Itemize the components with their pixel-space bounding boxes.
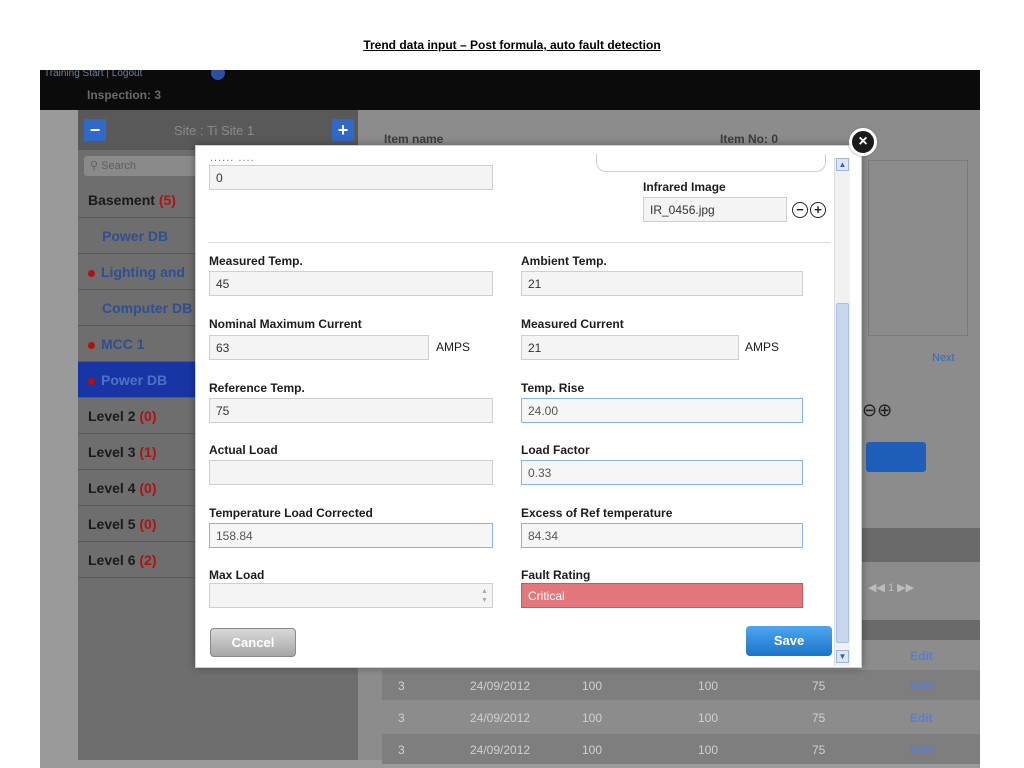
image-frame xyxy=(868,160,968,336)
add-site-button[interactable]: + xyxy=(332,119,354,141)
measured-temp-label: Measured Temp. xyxy=(209,254,303,268)
save-button[interactable]: Save xyxy=(746,626,832,656)
next-link[interactable]: Next xyxy=(932,352,955,364)
collapse-site-button[interactable]: − xyxy=(84,119,106,141)
fault-dot-icon xyxy=(88,269,95,277)
fault-dot-icon xyxy=(88,341,95,349)
max-load-spinner[interactable]: ▲ ▼ xyxy=(481,587,491,607)
scroll-up-icon[interactable]: ▲ xyxy=(836,158,849,171)
trend-input-modal: ...... .... 0 Infrared Image IR_0456.jpg… xyxy=(195,145,862,668)
ambient-temp-label: Ambient Temp. xyxy=(521,254,607,268)
max-load-label: Max Load xyxy=(209,568,265,582)
settings-icon[interactable] xyxy=(211,70,225,80)
add-image-icon[interactable]: + xyxy=(810,202,826,218)
temp-rise-field[interactable]: 24.00 xyxy=(521,398,803,423)
measured-current-unit: AMPS xyxy=(745,340,780,354)
cut-off-label: ...... .... xyxy=(210,152,255,164)
slide-title: Trend data input – Post formula, auto fa… xyxy=(363,38,661,52)
max-load-field[interactable] xyxy=(209,583,493,608)
reference-temp-field[interactable]: 75 xyxy=(209,398,493,423)
temp-rise-label: Temp. Rise xyxy=(521,381,585,395)
table-row: 3 24/09/2012 100 100 75 Edit xyxy=(382,734,980,764)
excess-ref-label: Excess of Ref temperature xyxy=(521,506,673,520)
measured-current-field[interactable]: 21 xyxy=(521,335,739,360)
infrared-image-field[interactable]: IR_0456.jpg xyxy=(643,197,787,222)
ambient-temp-field[interactable]: 21 xyxy=(521,271,803,296)
cancel-button[interactable]: Cancel xyxy=(210,628,296,657)
site-label: Site : Ti Site 1 xyxy=(174,123,255,138)
nominal-current-field[interactable]: 63 xyxy=(209,335,429,360)
actual-load-field[interactable] xyxy=(209,460,493,485)
excess-ref-field[interactable]: 84.34 xyxy=(521,523,803,548)
fault-rating-label: Fault Rating xyxy=(521,568,591,582)
scroll-down-icon[interactable]: ▼ xyxy=(836,650,849,663)
inspection-label: Inspection: 3 xyxy=(87,88,162,102)
modal-scrollbar[interactable]: ▲ ▼ xyxy=(834,158,850,666)
edit-link[interactable]: Edit xyxy=(910,679,933,693)
top-bar: Training Start | Logout Inspection: 3 xyxy=(40,70,980,110)
item-name-label: Item name xyxy=(384,132,444,146)
reference-temp-label: Reference Temp. xyxy=(209,381,305,395)
nominal-current-unit: AMPS xyxy=(436,340,471,354)
load-factor-label: Load Factor xyxy=(521,443,590,457)
top-field[interactable]: 0 xyxy=(209,165,493,190)
search-icon: ⚲ xyxy=(90,160,102,172)
fault-dot-icon xyxy=(88,377,95,385)
edit-link[interactable]: Edit xyxy=(910,649,933,663)
measured-current-label: Measured Current xyxy=(521,317,624,331)
remove-image-icon[interactable]: − xyxy=(792,202,808,218)
edit-link[interactable]: Edit xyxy=(910,743,933,757)
pager[interactable]: ◀◀ 1 ▶▶ xyxy=(868,581,914,594)
zoom-buttons[interactable]: ⊖⊕ xyxy=(862,400,892,421)
site-bar: − Site : Ti Site 1 + xyxy=(78,110,358,150)
edit-link[interactable]: Edit xyxy=(910,711,933,725)
actual-load-label: Actual Load xyxy=(209,443,278,457)
temp-load-corrected-label: Temperature Load Corrected xyxy=(209,506,373,520)
measured-temp-field[interactable]: 45 xyxy=(209,271,493,296)
table-row: 3 24/09/2012 100 100 75 Edit xyxy=(398,711,933,725)
divider xyxy=(208,242,830,243)
top-links[interactable]: Training Start | Logout xyxy=(44,70,142,79)
table-row: 3 24/09/2012 100 100 75 Edit xyxy=(382,670,980,700)
temp-load-corrected-field[interactable]: 158.84 xyxy=(209,523,493,548)
item-no-label: Item No: 0 xyxy=(720,132,779,146)
action-button[interactable] xyxy=(866,442,926,472)
infrared-image-label: Infrared Image xyxy=(643,180,726,194)
scroll-thumb[interactable] xyxy=(836,303,849,643)
load-factor-field[interactable]: 0.33 xyxy=(521,460,803,485)
fault-rating-field: Critical xyxy=(521,583,803,608)
image-preview-frame xyxy=(596,154,826,172)
nominal-current-label: Nominal Maximum Current xyxy=(209,317,362,331)
close-icon[interactable]: × xyxy=(849,128,877,156)
